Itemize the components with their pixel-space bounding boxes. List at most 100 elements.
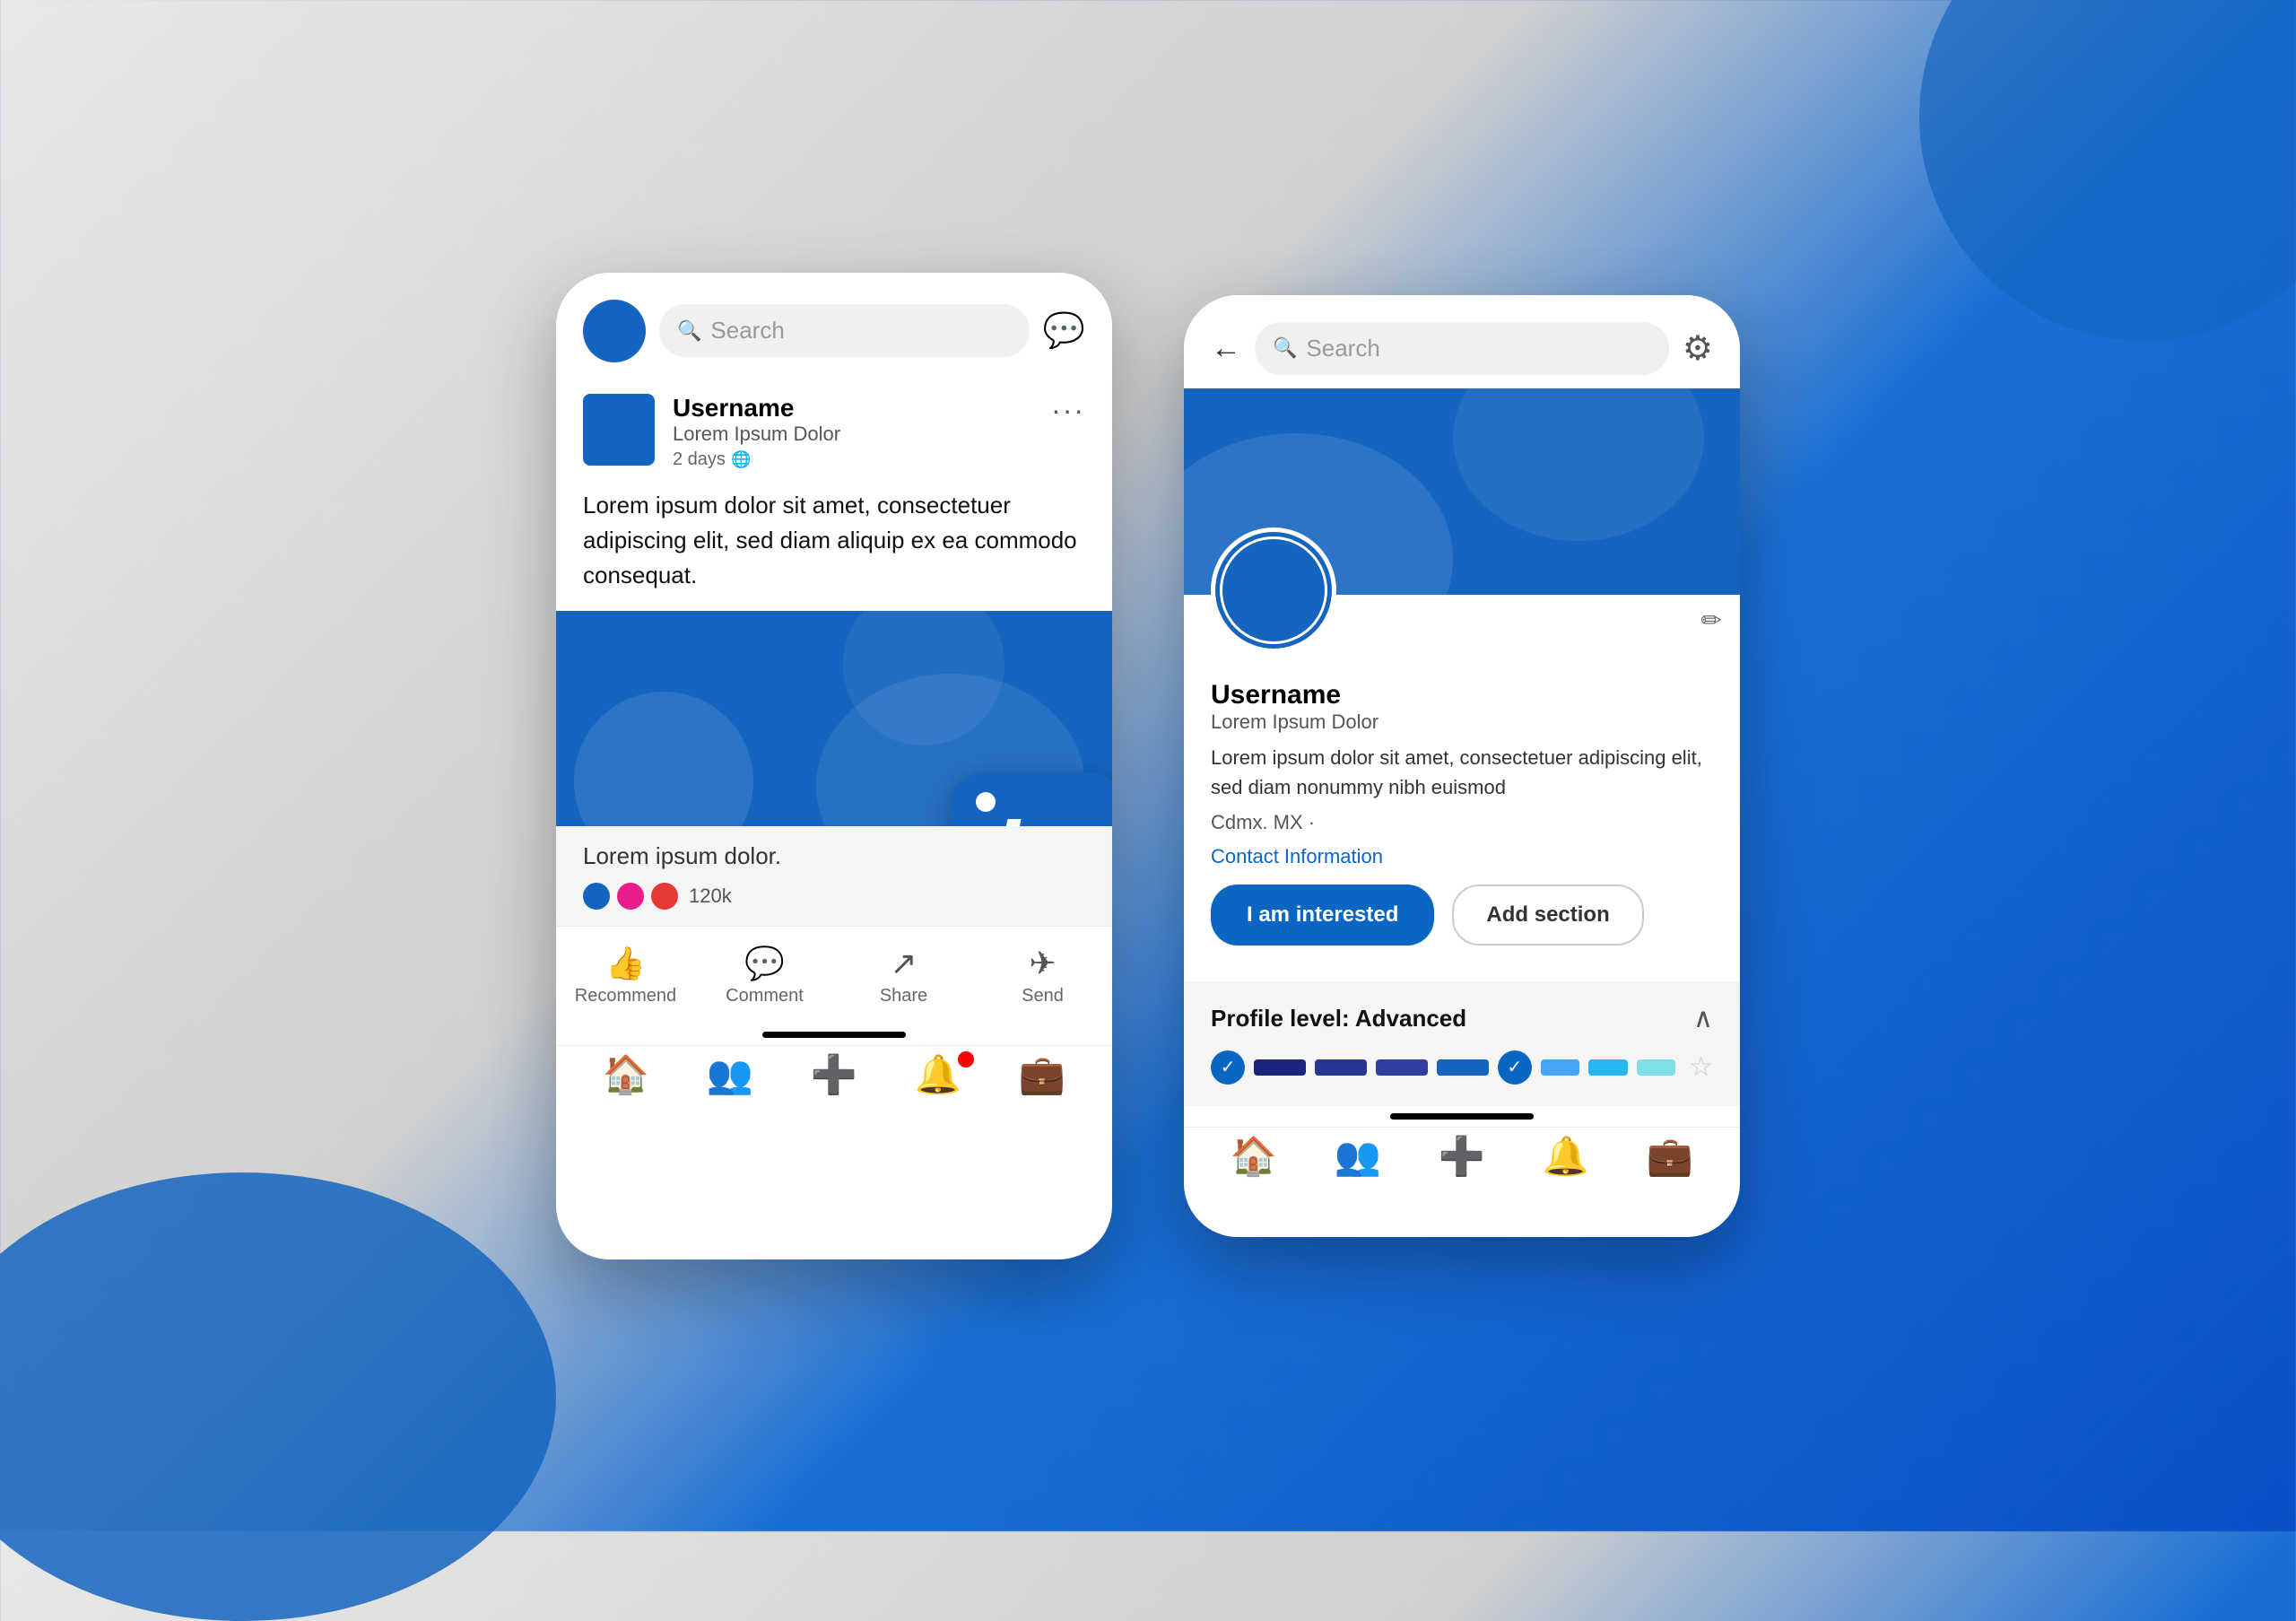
add-section-button[interactable]: Add section — [1452, 885, 1643, 946]
phone-feed: 🔍 Search 💬 Username Lorem Ipsum Dolor 2 … — [556, 273, 1112, 1259]
p2-people-icon: 👥 — [1335, 1135, 1381, 1179]
progress-seg-7 — [1637, 1059, 1675, 1076]
profile-name-area: Username Lorem Ipsum Dolor Lorem ipsum d… — [1211, 680, 1713, 946]
profile-level-title: Profile level: Advanced — [1211, 1005, 1466, 1033]
bottom-nav-phone2: 🏠 👥 ➕ 🔔 💼 — [1184, 1127, 1740, 1186]
share-icon: ↗ — [890, 945, 917, 982]
p2-briefcase-icon: 💼 — [1647, 1135, 1693, 1179]
post-user-info: Username Lorem Ipsum Dolor 2 days 🌐 — [673, 394, 1051, 470]
background-blob-right-top — [1919, 0, 2296, 341]
add-icon: ➕ — [811, 1053, 857, 1097]
search-icon-2: 🔍 — [1273, 336, 1297, 360]
post-actions: 👍 Recommend 💬 Comment ↗ Share ✈ Send — [556, 926, 1112, 1024]
user-avatar[interactable] — [583, 300, 646, 362]
phone-profile: ← 🔍 Search ⚙ ✏ Username Lorem Ipsum Dolo… — [1184, 295, 1740, 1237]
comment-button[interactable]: 💬 Comment — [695, 936, 834, 1015]
profile-avatar — [1211, 527, 1336, 653]
profile-level-header: Profile level: Advanced ∧ — [1211, 1003, 1713, 1034]
people-icon: 👥 — [707, 1053, 753, 1097]
back-arrow-icon[interactable]: ← — [1211, 331, 1241, 366]
nav-network[interactable]: 👥 — [678, 1053, 782, 1097]
nav-home[interactable]: 🏠 — [574, 1053, 678, 1097]
search-icon: 🔍 — [677, 319, 701, 343]
p2-nav-network[interactable]: 👥 — [1306, 1135, 1410, 1179]
progress-seg-4 — [1437, 1059, 1489, 1076]
share-button[interactable]: ↗ Share — [834, 936, 973, 1015]
progress-seg-2 — [1315, 1059, 1367, 1076]
p2-nav-add[interactable]: ➕ — [1410, 1135, 1514, 1179]
p2-add-icon: ➕ — [1439, 1135, 1485, 1179]
nav-add[interactable]: ➕ — [782, 1053, 886, 1097]
reactions-row: 120k — [583, 883, 1085, 910]
chevron-up-icon[interactable]: ∧ — [1693, 1003, 1713, 1034]
interested-button[interactable]: I am interested — [1211, 885, 1434, 946]
globe-icon: 🌐 — [731, 450, 751, 469]
home-icon: 🏠 — [603, 1053, 649, 1097]
post-card: Username Lorem Ipsum Dolor 2 days 🌐 ··· … — [556, 376, 1112, 611]
bottom-nav-phone1: 🏠 👥 ➕ 🔔 💼 — [556, 1045, 1112, 1104]
send-icon: ✈ — [1029, 945, 1056, 982]
background-blob-left — [0, 1172, 556, 1621]
share-label: Share — [880, 986, 927, 1007]
message-icon[interactable]: 💬 — [1043, 311, 1085, 351]
reaction-dot-red — [651, 883, 678, 910]
post-text: Lorem ipsum dolor sit amet, consectetuer… — [583, 488, 1085, 593]
comment-icon: 💬 — [744, 945, 785, 982]
reaction-dot-blue — [583, 883, 610, 910]
search-label-2: Search — [1306, 335, 1379, 362]
reactions-bar: Lorem ipsum dolor. 120k — [556, 826, 1112, 926]
contact-information-link[interactable]: Contact Information — [1211, 845, 1713, 868]
notification-badge — [958, 1051, 974, 1068]
reaction-count: 120k — [689, 885, 732, 908]
profile-avatar-inner — [1220, 536, 1327, 644]
comment-label: Comment — [726, 986, 804, 1007]
recommend-label: Recommend — [575, 986, 676, 1007]
post-subtitle: Lorem Ipsum Dolor — [673, 423, 1051, 446]
progress-bar-row: ✓ ✓ ☆ — [1211, 1050, 1713, 1085]
p2-nav-home[interactable]: 🏠 — [1202, 1135, 1306, 1179]
p2-home-icon: 🏠 — [1231, 1135, 1277, 1179]
post-username: Username — [673, 394, 1051, 423]
post-avatar — [583, 394, 655, 466]
recommend-icon: 👍 — [605, 945, 646, 982]
phones-container: 🔍 Search 💬 Username Lorem Ipsum Dolor 2 … — [556, 273, 1740, 1259]
more-options-icon[interactable]: ··· — [1051, 394, 1085, 427]
nav-jobs[interactable]: 💼 — [990, 1053, 1094, 1097]
bell-icon: 🔔 — [915, 1053, 961, 1097]
linkedin-badge: in — [951, 772, 1112, 826]
send-button[interactable]: ✈ Send — [973, 936, 1112, 1015]
home-indicator-1 — [762, 1032, 906, 1038]
profile-blob-2 — [1453, 388, 1704, 541]
profile-subtitle: Lorem Ipsum Dolor — [1211, 710, 1713, 734]
p2-bell-icon: 🔔 — [1543, 1135, 1589, 1179]
phone2-header: ← 🔍 Search ⚙ — [1184, 295, 1740, 388]
profile-avatar-wrapper — [1211, 527, 1336, 653]
post-meta: 2 days 🌐 — [673, 449, 1051, 470]
progress-seg-5 — [1541, 1059, 1579, 1076]
linkedin-dot — [976, 792, 996, 812]
profile-info: ✏ Username Lorem Ipsum Dolor Lorem ipsum… — [1184, 595, 1740, 981]
linkedin-in-letter: in — [992, 808, 1080, 826]
p2-nav-notifications[interactable]: 🔔 — [1514, 1135, 1618, 1179]
p2-nav-jobs[interactable]: 💼 — [1618, 1135, 1722, 1179]
profile-username: Username — [1211, 680, 1713, 710]
nav-notifications[interactable]: 🔔 — [886, 1053, 990, 1097]
search-input-label: Search — [710, 317, 784, 344]
post-header: Username Lorem Ipsum Dolor 2 days 🌐 ··· — [583, 394, 1085, 470]
edit-pencil-icon[interactable]: ✏ — [1701, 606, 1722, 635]
profile-actions: I am interested Add section — [1211, 885, 1713, 946]
home-indicator-2 — [1390, 1113, 1534, 1120]
profile-location: Cdmx. MX · — [1211, 811, 1713, 834]
check-circle-2: ✓ — [1498, 1050, 1532, 1085]
post-time: 2 days — [673, 449, 726, 470]
settings-icon[interactable]: ⚙ — [1683, 328, 1713, 369]
recommend-button[interactable]: 👍 Recommend — [556, 936, 695, 1015]
phone1-header: 🔍 Search 💬 — [556, 273, 1112, 376]
search-bar-phone2[interactable]: 🔍 Search — [1255, 322, 1669, 375]
image-blob-1 — [574, 692, 753, 826]
search-bar-phone1[interactable]: 🔍 Search — [659, 304, 1030, 357]
post-image: in — [556, 611, 1112, 826]
profile-level-section: Profile level: Advanced ∧ ✓ ✓ ☆ — [1184, 981, 1740, 1106]
progress-seg-6 — [1588, 1059, 1627, 1076]
progress-seg-3 — [1376, 1059, 1428, 1076]
